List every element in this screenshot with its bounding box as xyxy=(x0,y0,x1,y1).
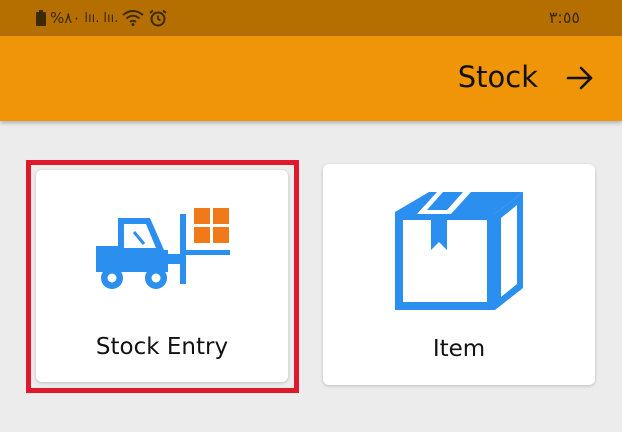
item-card[interactable]: Item xyxy=(323,164,595,385)
wifi-icon xyxy=(122,10,144,26)
signal-strength-2: lıı. xyxy=(103,10,119,26)
status-icons: %٨٠ lıı. lıı. xyxy=(36,8,168,28)
status-time: ٣:٥٥ xyxy=(548,8,580,27)
forklift-icon xyxy=(96,208,230,289)
stock-entry-card[interactable]: Stock Entry xyxy=(36,170,288,382)
back-arrow-icon[interactable] xyxy=(564,62,596,94)
status-bar: %٨٠ lıı. lıı. ٣:٥٥ xyxy=(0,0,622,36)
battery-icon xyxy=(36,10,46,26)
alarm-clock-icon xyxy=(149,9,167,27)
box-icon xyxy=(395,192,523,310)
stock-entry-label: Stock Entry xyxy=(95,334,229,360)
app-bar: Stock xyxy=(0,36,622,121)
battery-percent: %٨٠ xyxy=(50,9,81,27)
signal-strength-1: lıı. xyxy=(84,10,100,26)
item-label: Item xyxy=(432,336,486,362)
page-title: Stock xyxy=(457,60,538,94)
